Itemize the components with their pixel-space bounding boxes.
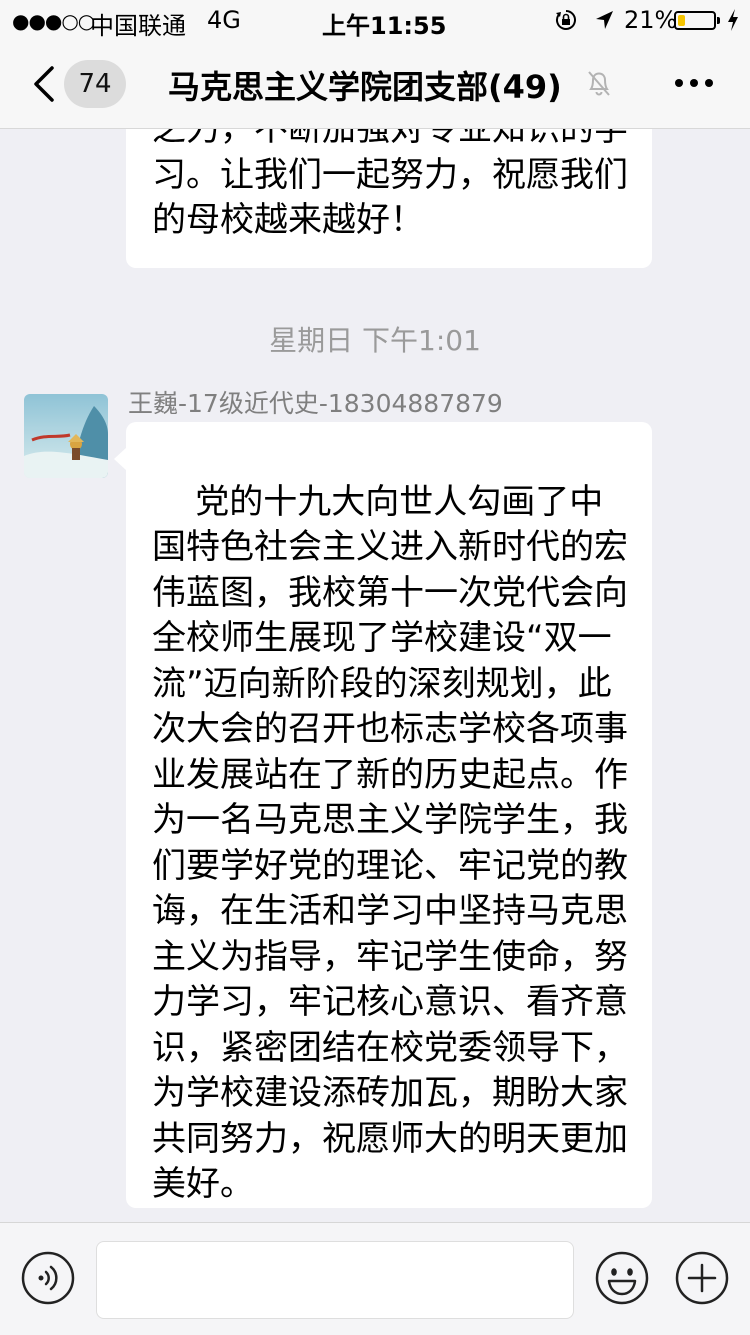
input-bar xyxy=(0,1222,750,1335)
voice-icon[interactable] xyxy=(20,1250,76,1306)
charging-bolt-icon xyxy=(728,9,738,31)
message-bubble[interactable]: 党的十九大向世人勾画了中国特色社会主义进入新时代的宏伟蓝图，我校第十一次党代会向… xyxy=(126,422,652,1208)
status-bar: ●●●○○ 中国联通 4G 上午11:55 21% xyxy=(0,0,750,40)
message-list[interactable]: 之力，不断加强对专业知识的学习。让我们一起努力，祝愿我们的母校越来越好！ 星期日… xyxy=(0,129,750,1222)
message-bubble-previous[interactable]: 之力，不断加强对专业知识的学习。让我们一起努力，祝愿我们的母校越来越好！ xyxy=(126,129,652,268)
chat-title: 马克思主义学院团支部(49) xyxy=(168,68,562,106)
smiley-icon[interactable] xyxy=(594,1250,650,1306)
chat-header: 74 马克思主义学院团支部(49) xyxy=(0,40,750,129)
message-timestamp: 星期日 下午1:01 xyxy=(269,324,481,357)
rotation-lock-icon xyxy=(556,10,576,30)
chevron-left-icon[interactable] xyxy=(28,62,60,106)
more-dots-icon[interactable] xyxy=(674,76,714,90)
battery-percent: 21% xyxy=(624,6,678,34)
battery-icon xyxy=(674,11,716,30)
message-input[interactable] xyxy=(96,1241,574,1319)
message-text: 党的十九大向世人勾画了中国特色社会主义进入新时代的宏伟蓝图，我校第十一次党代会向… xyxy=(152,481,628,1205)
bell-slash-icon xyxy=(588,71,610,96)
status-time: 上午11:55 xyxy=(322,12,447,40)
carrier-name: 中国联通 xyxy=(90,12,186,40)
avatar[interactable] xyxy=(24,394,108,478)
unread-count-badge[interactable]: 74 xyxy=(64,60,126,108)
battery-cap xyxy=(717,17,720,24)
battery-level xyxy=(678,15,685,26)
signal-strength-icon: ●●●○○ xyxy=(12,9,95,33)
message-text-previous: 之力，不断加强对专业知识的学习。让我们一起努力，祝愿我们的母校越来越好！ xyxy=(152,129,628,240)
location-arrow-icon xyxy=(596,11,613,29)
network-type: 4G xyxy=(207,6,241,34)
sender-name: 王巍-17级近代史-18304887879 xyxy=(128,389,503,418)
avatar-image xyxy=(24,394,108,478)
plus-icon[interactable] xyxy=(674,1250,730,1306)
